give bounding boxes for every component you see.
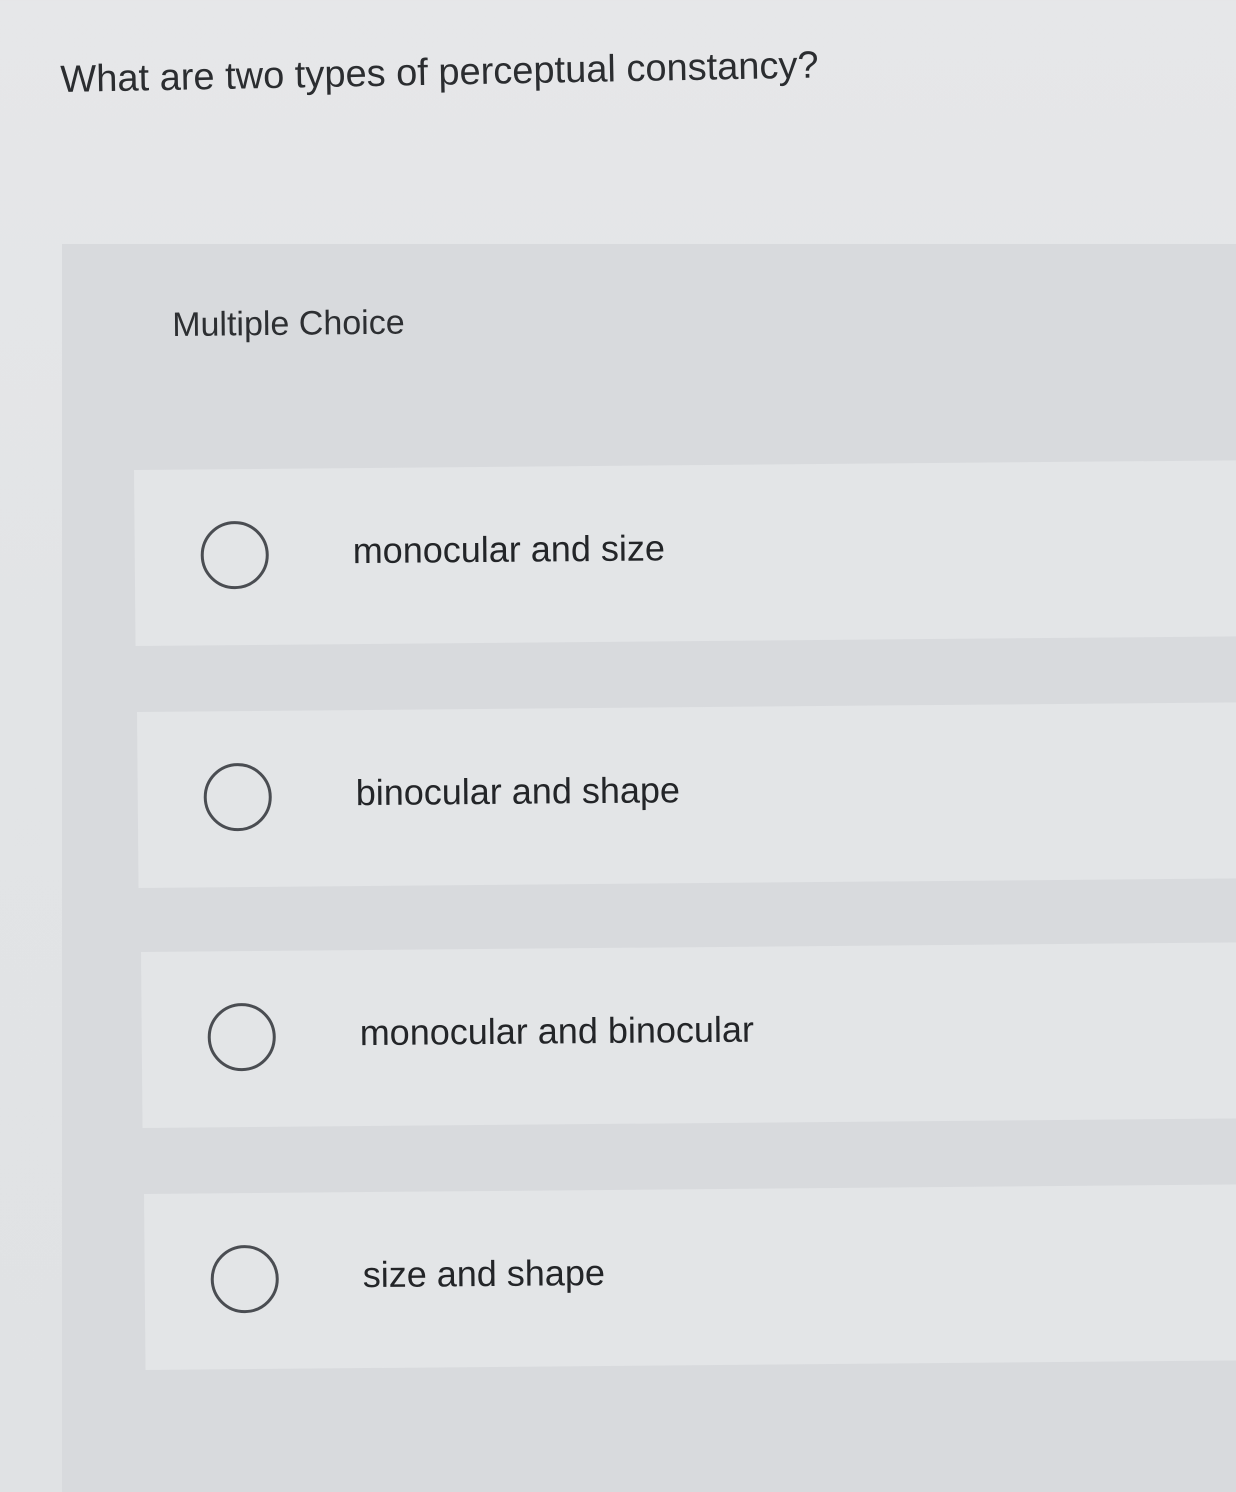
option-monocular-and-binocular[interactable]: monocular and binocular [141, 942, 1236, 1128]
radio-button-icon[interactable] [207, 1002, 277, 1072]
radio-button-icon[interactable] [200, 520, 270, 590]
option-label: monocular and size [352, 527, 666, 572]
option-label: monocular and binocular [359, 1008, 755, 1054]
question-text: What are two types of perceptual constan… [60, 44, 819, 101]
option-size-and-shape[interactable]: size and shape [144, 1184, 1236, 1370]
option-monocular-and-size[interactable]: monocular and size [134, 460, 1236, 646]
option-binocular-and-shape[interactable]: binocular and shape [137, 702, 1236, 888]
radio-button-icon[interactable] [210, 1244, 280, 1314]
multiple-choice-heading: Multiple Choice [172, 303, 405, 344]
radio-button-icon[interactable] [203, 762, 273, 832]
option-label: size and shape [362, 1251, 606, 1296]
option-label: binocular and shape [355, 769, 681, 814]
